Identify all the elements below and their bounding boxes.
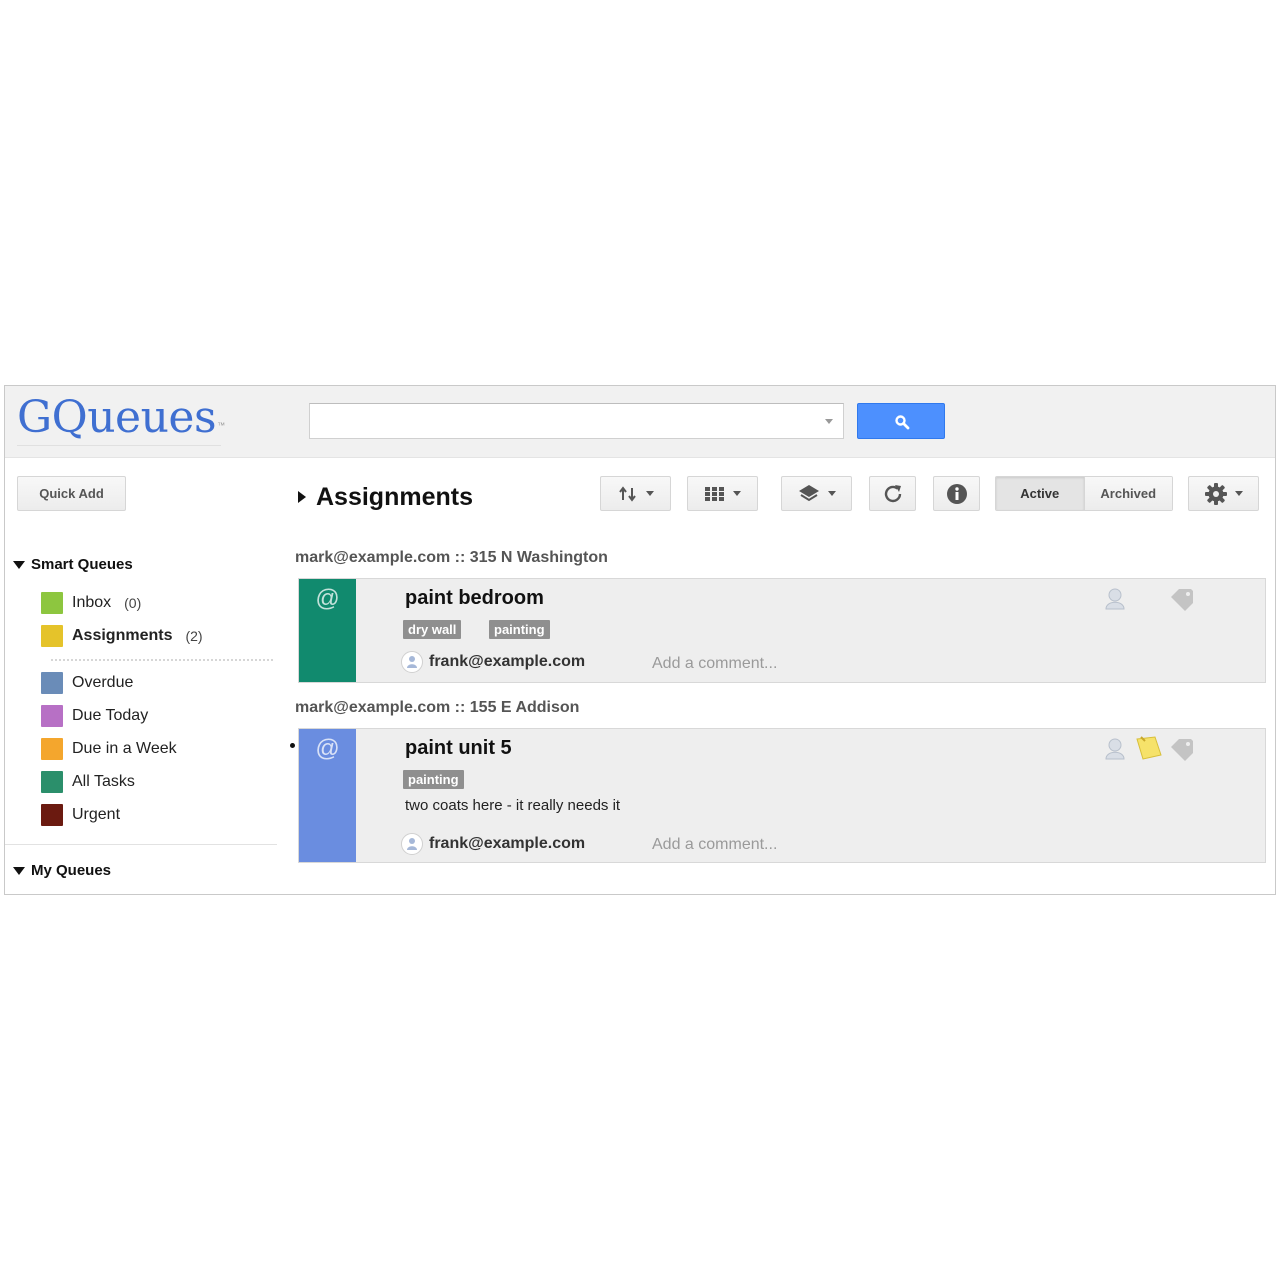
search-button[interactable] <box>857 403 945 439</box>
smart-queues-label: Smart Queues <box>31 556 133 573</box>
queue-count: (2) <box>185 628 203 644</box>
archived-toggle-button[interactable]: Archived <box>1084 477 1172 510</box>
chevron-down-icon <box>827 491 836 496</box>
app-logo[interactable]: GQueues™ <box>17 390 225 446</box>
task-assignee[interactable]: frank@example.com <box>401 651 585 673</box>
assign-person-icon[interactable] <box>1104 587 1126 611</box>
queue-color-swatch <box>41 625 63 647</box>
sidebar-item-label: Urgent <box>72 806 121 823</box>
search-box[interactable] <box>309 403 844 439</box>
tag-icon[interactable] <box>1169 737 1195 761</box>
task-assignee[interactable]: frank@example.com <box>401 833 585 855</box>
grid-view-icon <box>704 486 724 501</box>
sidebar-item-urgent[interactable]: Urgent <box>41 803 120 827</box>
sidebar-item-inbox[interactable]: Inbox (0) <box>41 591 141 615</box>
my-queues-label: My Queues <box>31 862 112 879</box>
tag-badge[interactable]: dry wall <box>403 620 462 639</box>
settings-button[interactable] <box>1188 476 1259 511</box>
collapse-triangle-icon <box>13 866 25 875</box>
queue-color-swatch <box>41 592 63 614</box>
refresh-button[interactable] <box>869 476 916 511</box>
app-window: GQueues™ Quick Add Assignments Active Ar… <box>4 385 1276 895</box>
tag-badge[interactable]: painting <box>403 770 464 789</box>
sidebar-item-all-tasks[interactable]: All Tasks <box>41 770 135 794</box>
assigned-at-icon: @ <box>315 735 340 762</box>
logo-trademark: ™ <box>217 421 225 430</box>
add-comment-field[interactable]: Add a comment... <box>652 655 777 673</box>
person-icon <box>401 833 423 855</box>
search-input[interactable] <box>310 404 810 438</box>
gear-icon <box>1204 482 1227 505</box>
sidebar-item-label: Due in a Week <box>72 740 177 757</box>
layers-icon <box>798 484 819 501</box>
task-card[interactable]: @ paint bedroom dry wall painting frank@… <box>298 578 1266 683</box>
logo-text: GQueues <box>17 392 217 443</box>
group-header: mark@example.com :: 155 E Addison <box>295 699 580 716</box>
queue-color-swatch <box>41 771 63 793</box>
collapse-triangle-icon <box>13 560 25 569</box>
person-icon <box>401 651 423 673</box>
sidebar-item-label: Inbox <box>72 594 112 611</box>
smart-queues-header[interactable]: Smart Queues <box>13 556 133 573</box>
task-card[interactable]: @ paint unit 5 painting two coats here -… <box>298 728 1266 863</box>
sidebar-item-label: Due Today <box>72 707 149 724</box>
tag-badge[interactable]: painting <box>489 620 550 639</box>
queue-color-swatch <box>41 705 63 727</box>
assign-person-icon[interactable] <box>1104 737 1126 761</box>
assignee-email: frank@example.com <box>429 653 586 670</box>
sort-arrows-icon <box>618 485 636 502</box>
note-icon[interactable] <box>1135 735 1163 761</box>
sidebar-item-overdue[interactable]: Overdue <box>41 671 133 695</box>
quick-add-button[interactable]: Quick Add <box>17 476 126 511</box>
page-title-text: Assignments <box>316 482 473 511</box>
divider <box>5 844 277 845</box>
page-title[interactable]: Assignments <box>298 482 473 512</box>
sidebar-item-assignments[interactable]: Assignments (2) <box>41 624 203 648</box>
info-button[interactable] <box>933 476 980 511</box>
selected-indicator <box>290 743 295 748</box>
add-comment-field[interactable]: Add a comment... <box>652 836 777 854</box>
header-bar: GQueues™ <box>5 386 1275 458</box>
sidebar-item-due-in-a-week[interactable]: Due in a Week <box>41 737 177 761</box>
sort-button[interactable] <box>600 476 671 511</box>
sidebar-item-label: Overdue <box>72 674 134 691</box>
queue-count: (0) <box>124 595 142 611</box>
expand-triangle-icon <box>298 491 306 503</box>
group-header: mark@example.com :: 315 N Washington <box>295 549 608 566</box>
assigned-at-icon: @ <box>315 585 340 612</box>
assignee-email: frank@example.com <box>429 835 586 852</box>
refresh-icon <box>884 484 901 502</box>
search-icon <box>895 415 910 430</box>
active-toggle-button[interactable]: Active <box>996 477 1085 510</box>
chevron-down-icon <box>732 491 741 496</box>
layers-button[interactable] <box>781 476 852 511</box>
sidebar: Smart Queues Inbox (0) Assignments (2) O… <box>5 531 277 894</box>
divider <box>51 659 273 661</box>
chevron-down-icon <box>1234 491 1243 496</box>
queue-color-swatch <box>41 672 63 694</box>
view-button[interactable] <box>687 476 758 511</box>
tag-icon[interactable] <box>1169 587 1195 611</box>
chevron-down-icon <box>645 491 654 496</box>
sidebar-item-label: Assignments <box>72 627 173 644</box>
sidebar-item-due-today[interactable]: Due Today <box>41 704 148 728</box>
queue-color-swatch <box>41 804 63 826</box>
sidebar-item-label: All Tasks <box>72 773 135 790</box>
task-title[interactable]: paint bedroom <box>405 587 544 610</box>
info-icon <box>946 483 967 504</box>
task-note[interactable]: two coats here - it really needs it <box>405 797 620 814</box>
my-queues-header[interactable]: My Queues <box>13 862 111 879</box>
search-dropdown-icon[interactable] <box>825 419 833 424</box>
active-archived-toggle[interactable]: Active Archived <box>995 476 1173 511</box>
queue-color-swatch <box>41 738 63 760</box>
task-title[interactable]: paint unit 5 <box>405 737 512 760</box>
